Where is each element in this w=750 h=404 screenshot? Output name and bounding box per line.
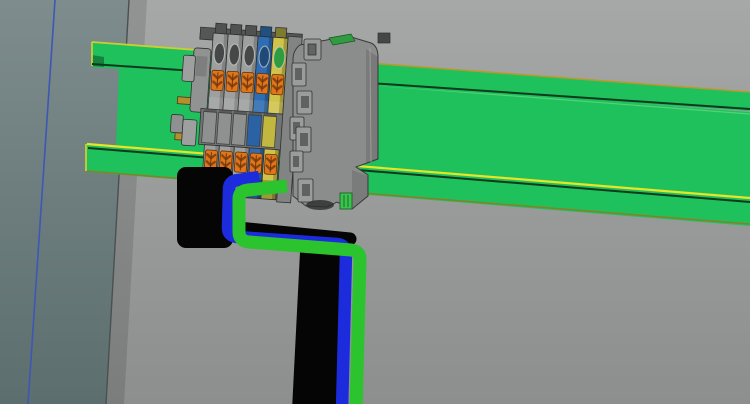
- latch-tab-hole: [308, 44, 316, 55]
- top-cap: [215, 23, 227, 34]
- latch-tab-hole: [293, 156, 299, 167]
- unit-step: [223, 98, 239, 111]
- latch-tab-hole: [295, 68, 302, 80]
- end-plate-right-shade: [366, 49, 378, 163]
- mid-tier-blocks[interactable]: [202, 109, 277, 148]
- left-tab[interactable]: [181, 119, 197, 146]
- spring-clamp[interactable]: [264, 154, 277, 175]
- rail-release-latch[interactable]: [340, 193, 352, 209]
- latch-tab-hole: [302, 184, 310, 196]
- spring-clamp[interactable]: [271, 74, 284, 95]
- spring-clamp[interactable]: [249, 153, 262, 174]
- top-cap: [245, 25, 257, 36]
- top-cap: [260, 26, 272, 37]
- mid-block[interactable]: [246, 115, 261, 147]
- end-plate-top-notch: [378, 33, 390, 43]
- top-cap: [275, 27, 287, 38]
- left-nub[interactable]: [170, 114, 183, 133]
- spring-clamp[interactable]: [234, 152, 247, 173]
- terminal-row-top[interactable]: [208, 33, 288, 114]
- end-plate-bottom-shadow: [306, 200, 334, 210]
- left-end-plate-recess: [195, 56, 207, 77]
- latch-tab-hole: [300, 133, 308, 146]
- spring-clamp[interactable]: [256, 73, 269, 94]
- unit-step: [238, 99, 254, 112]
- spring-clamp[interactable]: [226, 71, 239, 92]
- spring-clamp[interactable]: [241, 72, 254, 93]
- latch-tab-hole: [301, 96, 309, 108]
- left-tab[interactable]: [182, 55, 196, 82]
- cad-viewport: [0, 0, 750, 404]
- mid-block[interactable]: [217, 113, 232, 145]
- unit-step: [253, 100, 269, 113]
- mid-block[interactable]: [232, 114, 247, 146]
- unit-step: [208, 97, 224, 110]
- mid-block[interactable]: [261, 116, 276, 148]
- spring-clamp[interactable]: [211, 70, 224, 91]
- mid-block[interactable]: [202, 112, 217, 144]
- unit-step: [268, 101, 284, 114]
- top-cap: [230, 24, 242, 35]
